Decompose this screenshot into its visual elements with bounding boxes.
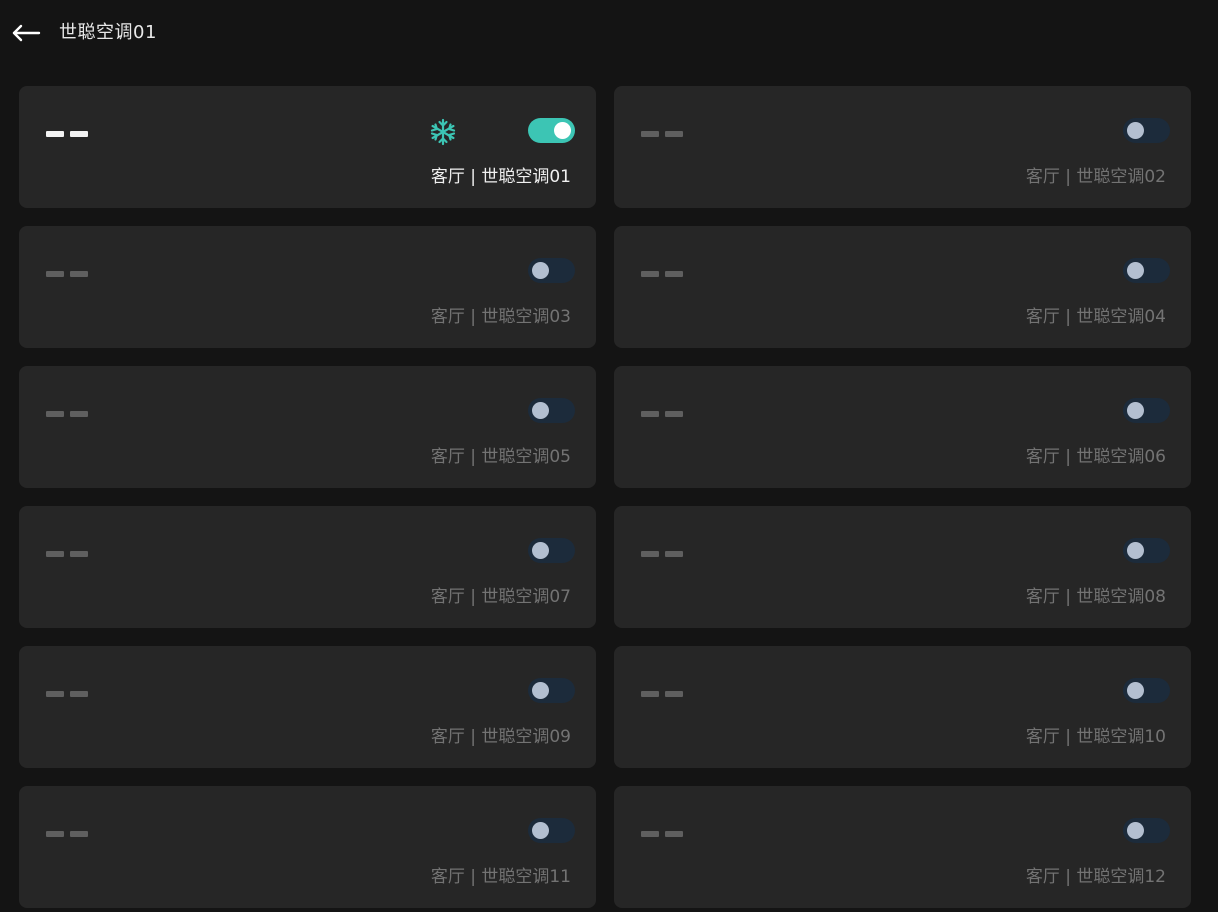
toggle-knob — [1127, 262, 1144, 279]
power-toggle[interactable] — [528, 818, 575, 843]
power-toggle[interactable] — [528, 398, 575, 423]
dash-mark — [665, 131, 683, 137]
top-bar: 世聪空调01 — [0, 0, 1218, 66]
dash-mark — [46, 271, 64, 277]
toggle-knob — [1127, 682, 1144, 699]
dash-mark — [70, 131, 88, 137]
dash-mark — [665, 691, 683, 697]
temperature-placeholder — [641, 831, 683, 837]
dash-mark — [665, 831, 683, 837]
dash-mark — [641, 411, 659, 417]
dash-mark — [46, 411, 64, 417]
dash-mark — [46, 691, 64, 697]
temperature-placeholder — [46, 131, 88, 137]
device-card-04[interactable]: 客厅 | 世聪空调04 — [614, 226, 1191, 348]
dash-mark — [70, 551, 88, 557]
power-toggle[interactable] — [528, 538, 575, 563]
device-grid: 客厅 | 世聪空调01 客厅 | 世聪空调02 客厅 | 世聪空调03 客厅 | 世聪… — [19, 86, 1191, 908]
dash-mark — [641, 271, 659, 277]
device-card-06[interactable]: 客厅 | 世聪空调06 — [614, 366, 1191, 488]
toggle-knob — [532, 542, 549, 559]
temperature-placeholder — [641, 271, 683, 277]
temperature-placeholder — [46, 691, 88, 697]
device-card-01[interactable]: 客厅 | 世聪空调01 — [19, 86, 596, 208]
dash-mark — [70, 831, 88, 837]
dash-mark — [641, 131, 659, 137]
dash-mark — [46, 831, 64, 837]
device-label: 客厅 | 世聪空调04 — [1025, 307, 1166, 327]
device-label: 客厅 | 世聪空调09 — [430, 727, 571, 747]
device-label: 客厅 | 世聪空调02 — [1025, 167, 1166, 187]
device-label: 客厅 | 世聪空调03 — [430, 307, 571, 327]
toggle-knob — [554, 122, 571, 139]
toggle-knob — [532, 262, 549, 279]
device-label: 客厅 | 世聪空调05 — [430, 447, 571, 467]
dash-mark — [665, 551, 683, 557]
device-label: 客厅 | 世聪空调10 — [1025, 727, 1166, 747]
temperature-placeholder — [46, 411, 88, 417]
dash-mark — [70, 271, 88, 277]
temperature-placeholder — [641, 551, 683, 557]
device-card-12[interactable]: 客厅 | 世聪空调12 — [614, 786, 1191, 908]
device-card-07[interactable]: 客厅 | 世聪空调07 — [19, 506, 596, 628]
device-label: 客厅 | 世聪空调08 — [1025, 587, 1166, 607]
power-toggle[interactable] — [1123, 538, 1170, 563]
temperature-placeholder — [641, 131, 683, 137]
device-label: 客厅 | 世聪空调12 — [1025, 867, 1166, 887]
toggle-knob — [1127, 122, 1144, 139]
arrow-left-icon[interactable] — [10, 20, 42, 46]
temperature-placeholder — [46, 271, 88, 277]
device-label: 客厅 | 世聪空调11 — [430, 867, 571, 887]
device-label: 客厅 | 世聪空调06 — [1025, 447, 1166, 467]
temperature-placeholder — [46, 831, 88, 837]
dash-mark — [641, 831, 659, 837]
device-label: 客厅 | 世聪空调07 — [430, 587, 571, 607]
power-toggle[interactable] — [1123, 118, 1170, 143]
dash-mark — [46, 551, 64, 557]
snowflake-icon — [429, 118, 457, 146]
dash-mark — [46, 131, 64, 137]
device-card-08[interactable]: 客厅 | 世聪空调08 — [614, 506, 1191, 628]
dash-mark — [665, 411, 683, 417]
power-toggle[interactable] — [528, 258, 575, 283]
device-card-03[interactable]: 客厅 | 世聪空调03 — [19, 226, 596, 348]
temperature-placeholder — [641, 691, 683, 697]
toggle-knob — [532, 682, 549, 699]
dash-mark — [641, 551, 659, 557]
dash-mark — [665, 271, 683, 277]
device-card-10[interactable]: 客厅 | 世聪空调10 — [614, 646, 1191, 768]
power-toggle[interactable] — [1123, 678, 1170, 703]
device-card-05[interactable]: 客厅 | 世聪空调05 — [19, 366, 596, 488]
device-card-09[interactable]: 客厅 | 世聪空调09 — [19, 646, 596, 768]
toggle-knob — [1127, 822, 1144, 839]
power-toggle[interactable] — [528, 678, 575, 703]
dash-mark — [641, 691, 659, 697]
power-toggle[interactable] — [1123, 818, 1170, 843]
toggle-knob — [1127, 542, 1144, 559]
temperature-placeholder — [46, 551, 88, 557]
power-toggle[interactable] — [1123, 398, 1170, 423]
toggle-knob — [532, 402, 549, 419]
toggle-knob — [1127, 402, 1144, 419]
temperature-placeholder — [641, 411, 683, 417]
device-label: 客厅 | 世聪空调01 — [430, 167, 571, 187]
dash-mark — [70, 691, 88, 697]
dash-mark — [70, 411, 88, 417]
toggle-knob — [532, 822, 549, 839]
page-title: 世聪空调01 — [59, 22, 157, 43]
device-card-11[interactable]: 客厅 | 世聪空调11 — [19, 786, 596, 908]
device-card-02[interactable]: 客厅 | 世聪空调02 — [614, 86, 1191, 208]
power-toggle[interactable] — [528, 118, 575, 143]
power-toggle[interactable] — [1123, 258, 1170, 283]
